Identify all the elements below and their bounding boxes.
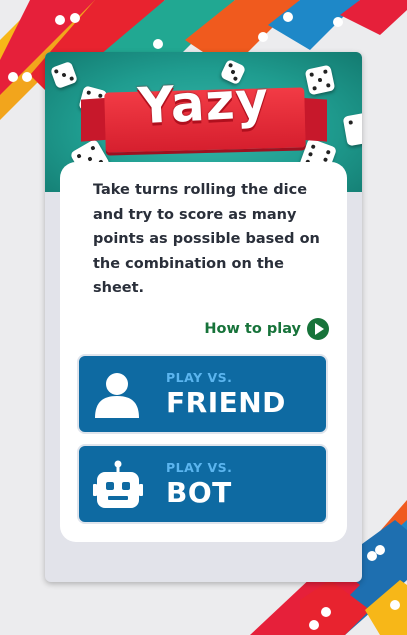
game-card: Yazy Take turns rolling the dice and try… [45,52,362,582]
mode-label: BOT [166,476,232,509]
person-icon [93,370,141,420]
robot-icon [93,460,143,510]
mode-prefix: PLAY VS. [166,460,233,475]
play-vs-friend-button[interactable]: PLAY VS. FRIEND [77,354,328,434]
how-to-play-link[interactable]: How to play [204,318,329,340]
game-info-panel: Take turns rolling the dice and try to s… [60,162,347,542]
game-description: Take turns rolling the dice and try to s… [93,182,320,296]
play-vs-bot-button[interactable]: PLAY VS. BOT [77,444,328,524]
mode-label: FRIEND [166,386,286,419]
how-to-play-label: How to play [204,321,301,337]
mode-prefix: PLAY VS. [166,370,233,385]
play-circle-icon [307,318,329,340]
